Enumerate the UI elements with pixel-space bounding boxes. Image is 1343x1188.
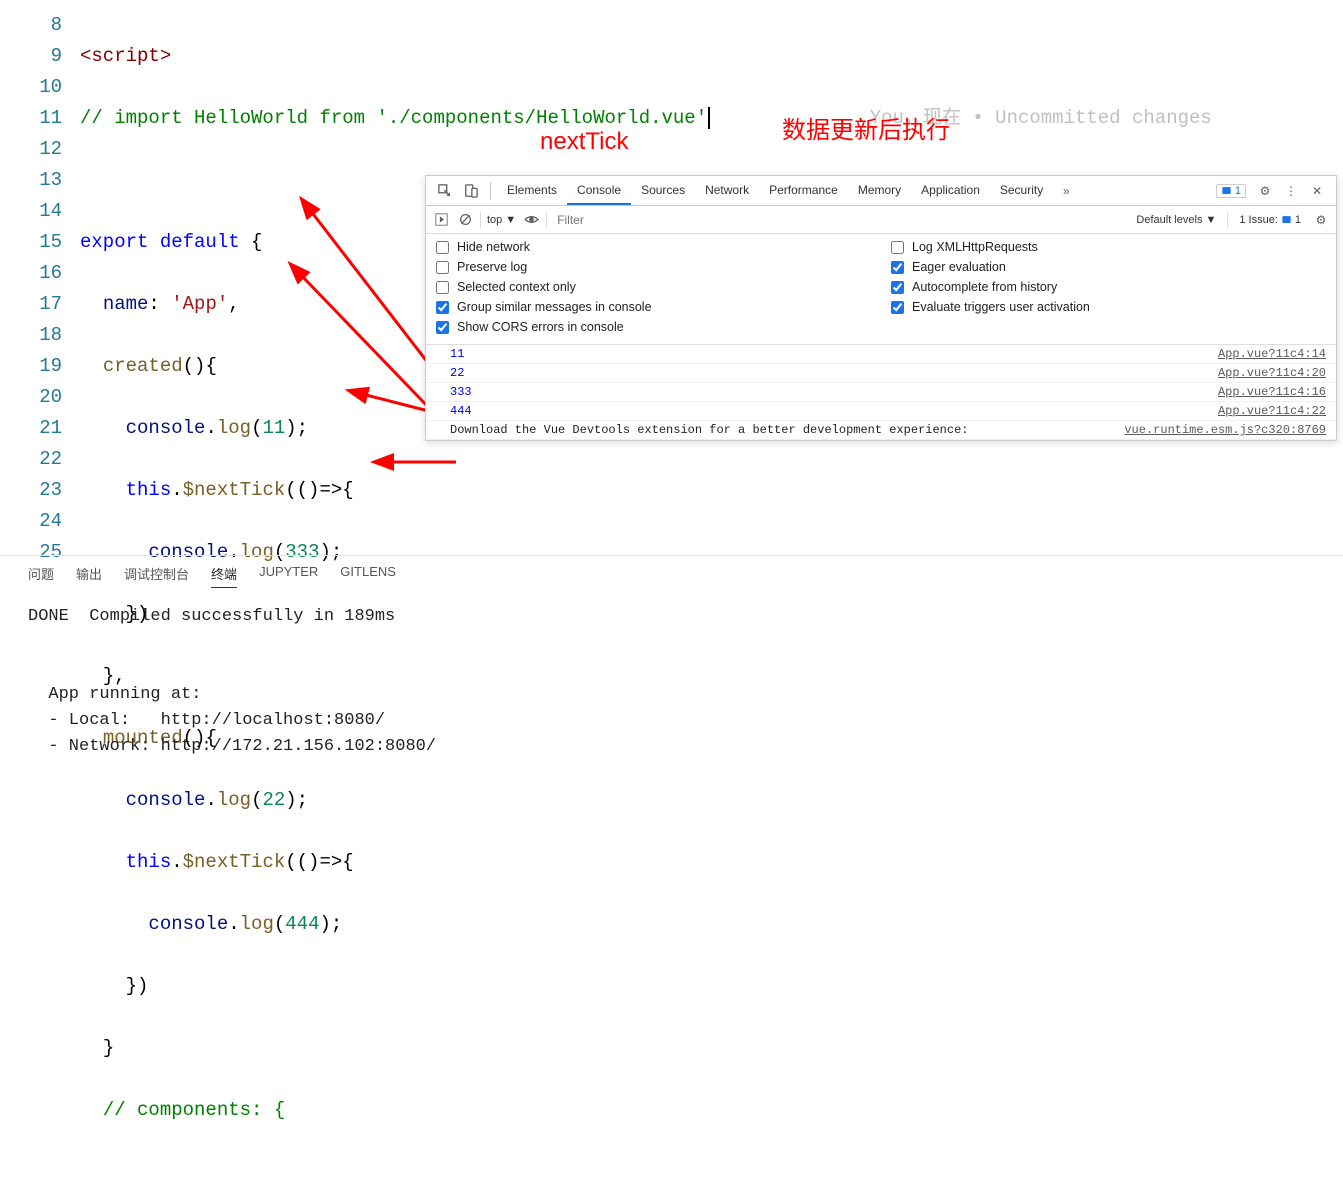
setting-log-xhr[interactable]: Log XMLHttpRequests — [891, 240, 1326, 254]
line-number: 18 — [0, 320, 62, 351]
code-line: } — [80, 1033, 1343, 1064]
code-line: // components: { — [80, 1095, 1343, 1126]
source-link[interactable]: App.vue?11c4:20 — [1218, 366, 1326, 380]
terminal-line: App running at: — [28, 685, 201, 704]
source-link[interactable]: App.vue?11c4:16 — [1218, 385, 1326, 399]
terminal-line: DONE Compiled successfully in 189ms — [28, 607, 395, 626]
tab-debug-console[interactable]: 调试控制台 — [124, 564, 189, 588]
separator — [546, 212, 547, 228]
line-gutter: 8 9 10 11 12 13 14 15 16 17 18 19 20 21 … — [0, 0, 80, 555]
code-line: }) — [80, 971, 1343, 1002]
execution-context-select[interactable]: top ▼ — [487, 214, 516, 226]
console-row: Download the Vue Devtools extension for … — [426, 421, 1336, 440]
console-row: 444App.vue?11c4:22 — [426, 402, 1336, 421]
tab-problems[interactable]: 问题 — [28, 564, 54, 588]
clear-icon[interactable] — [456, 211, 474, 229]
tab-gitlens[interactable]: GITLENS — [340, 564, 396, 588]
line-number: 23 — [0, 475, 62, 506]
filter-input[interactable] — [553, 211, 1125, 229]
console-settings: Hide network Log XMLHttpRequests Preserv… — [426, 234, 1336, 345]
inspect-icon[interactable] — [436, 182, 454, 200]
line-number: 11 — [0, 103, 62, 134]
source-link[interactable]: vue.runtime.esm.js?c320:8769 — [1124, 423, 1326, 437]
tab-network[interactable]: Network — [695, 176, 759, 205]
line-number: 17 — [0, 289, 62, 320]
console-output: 11App.vue?11c4:14 22App.vue?11c4:20 333A… — [426, 345, 1336, 440]
source-link[interactable]: App.vue?11c4:22 — [1218, 404, 1326, 418]
line-number: 10 — [0, 72, 62, 103]
setting-hide-network[interactable]: Hide network — [436, 240, 871, 254]
setting-selected-only[interactable]: Selected context only — [436, 280, 871, 294]
terminal-tabs: 问题 输出 调试控制台 终端 JUPYTER GITLENS — [0, 556, 1343, 596]
setting-group-similar[interactable]: Group similar messages in console — [436, 300, 871, 314]
code-line: console.log(444); — [80, 909, 1343, 940]
terminal-line: - Local: http://localhost:8080/ — [28, 711, 385, 730]
issue-counter[interactable]: 1 Issue: 1 — [1234, 211, 1306, 229]
setting-show-cors[interactable]: Show CORS errors in console — [436, 320, 871, 334]
tab-sources[interactable]: Sources — [631, 176, 695, 205]
tab-performance[interactable]: Performance — [759, 176, 848, 205]
play-icon[interactable] — [432, 211, 450, 229]
setting-autocomplete-history[interactable]: Autocomplete from history — [891, 280, 1326, 294]
terminal-panel: 问题 输出 调试控制台 终端 JUPYTER GITLENS DONE Comp… — [0, 555, 1343, 807]
line-number: 19 — [0, 351, 62, 382]
devtools-panel: Elements Console Sources Network Perform… — [425, 175, 1337, 441]
tab-application[interactable]: Application — [911, 176, 990, 205]
close-icon[interactable]: ✕ — [1308, 182, 1326, 200]
devtools-tabs: Elements Console Sources Network Perform… — [426, 176, 1336, 206]
annotation-nexttick: nextTick — [540, 128, 628, 156]
setting-preserve-log[interactable]: Preserve log — [436, 260, 871, 274]
levels-select[interactable]: Default levels ▼ — [1131, 211, 1221, 229]
line-number: 12 — [0, 134, 62, 165]
console-row: 22App.vue?11c4:20 — [426, 364, 1336, 383]
line-number: 15 — [0, 227, 62, 258]
tab-terminal[interactable]: 终端 — [211, 564, 237, 588]
tab-output[interactable]: 输出 — [76, 564, 102, 588]
gear-icon[interactable]: ⚙ — [1256, 182, 1274, 200]
separator — [480, 212, 481, 228]
issues-badge[interactable]: 1 — [1216, 184, 1246, 198]
eye-icon[interactable] — [522, 211, 540, 229]
separator — [490, 182, 491, 200]
separator — [1227, 212, 1228, 228]
tab-jupyter[interactable]: JUPYTER — [259, 564, 318, 588]
kebab-icon[interactable]: ⋮ — [1282, 182, 1300, 200]
code-line: this.$nextTick(()=>{ — [80, 475, 1343, 506]
line-number: 20 — [0, 382, 62, 413]
setting-eval-triggers[interactable]: Evaluate triggers user activation — [891, 300, 1326, 314]
annotation-after-update: 数据更新后执行 — [782, 110, 950, 145]
line-number: 13 — [0, 165, 62, 196]
device-icon[interactable] — [462, 182, 480, 200]
console-filter-bar: top ▼ Default levels ▼ 1 Issue: 1 ⚙ — [426, 206, 1336, 234]
tab-security[interactable]: Security — [990, 176, 1053, 205]
tab-console[interactable]: Console — [567, 176, 631, 205]
console-row: 11App.vue?11c4:14 — [426, 345, 1336, 364]
setting-eager-eval[interactable]: Eager evaluation — [891, 260, 1326, 274]
code-line: // import HelloWorld from './components/… — [80, 103, 1343, 134]
tab-memory[interactable]: Memory — [848, 176, 911, 205]
source-link[interactable]: App.vue?11c4:14 — [1218, 347, 1326, 361]
line-number: 8 — [0, 10, 62, 41]
settings-gear-icon[interactable]: ⚙ — [1312, 211, 1330, 229]
line-number: 16 — [0, 258, 62, 289]
line-number: 22 — [0, 444, 62, 475]
console-row: 333App.vue?11c4:16 — [426, 383, 1336, 402]
line-number: 21 — [0, 413, 62, 444]
line-number: 9 — [0, 41, 62, 72]
line-number: 24 — [0, 506, 62, 537]
terminal-line: - Network: http://172.21.156.102:8080/ — [28, 737, 436, 756]
line-number: 14 — [0, 196, 62, 227]
tab-elements[interactable]: Elements — [497, 176, 567, 205]
code-line: <script> — [80, 41, 1343, 72]
more-tabs-icon[interactable]: » — [1057, 182, 1075, 200]
terminal-body[interactable]: DONE Compiled successfully in 189ms App … — [0, 596, 1343, 768]
code-line: this.$nextTick(()=>{ — [80, 847, 1343, 878]
